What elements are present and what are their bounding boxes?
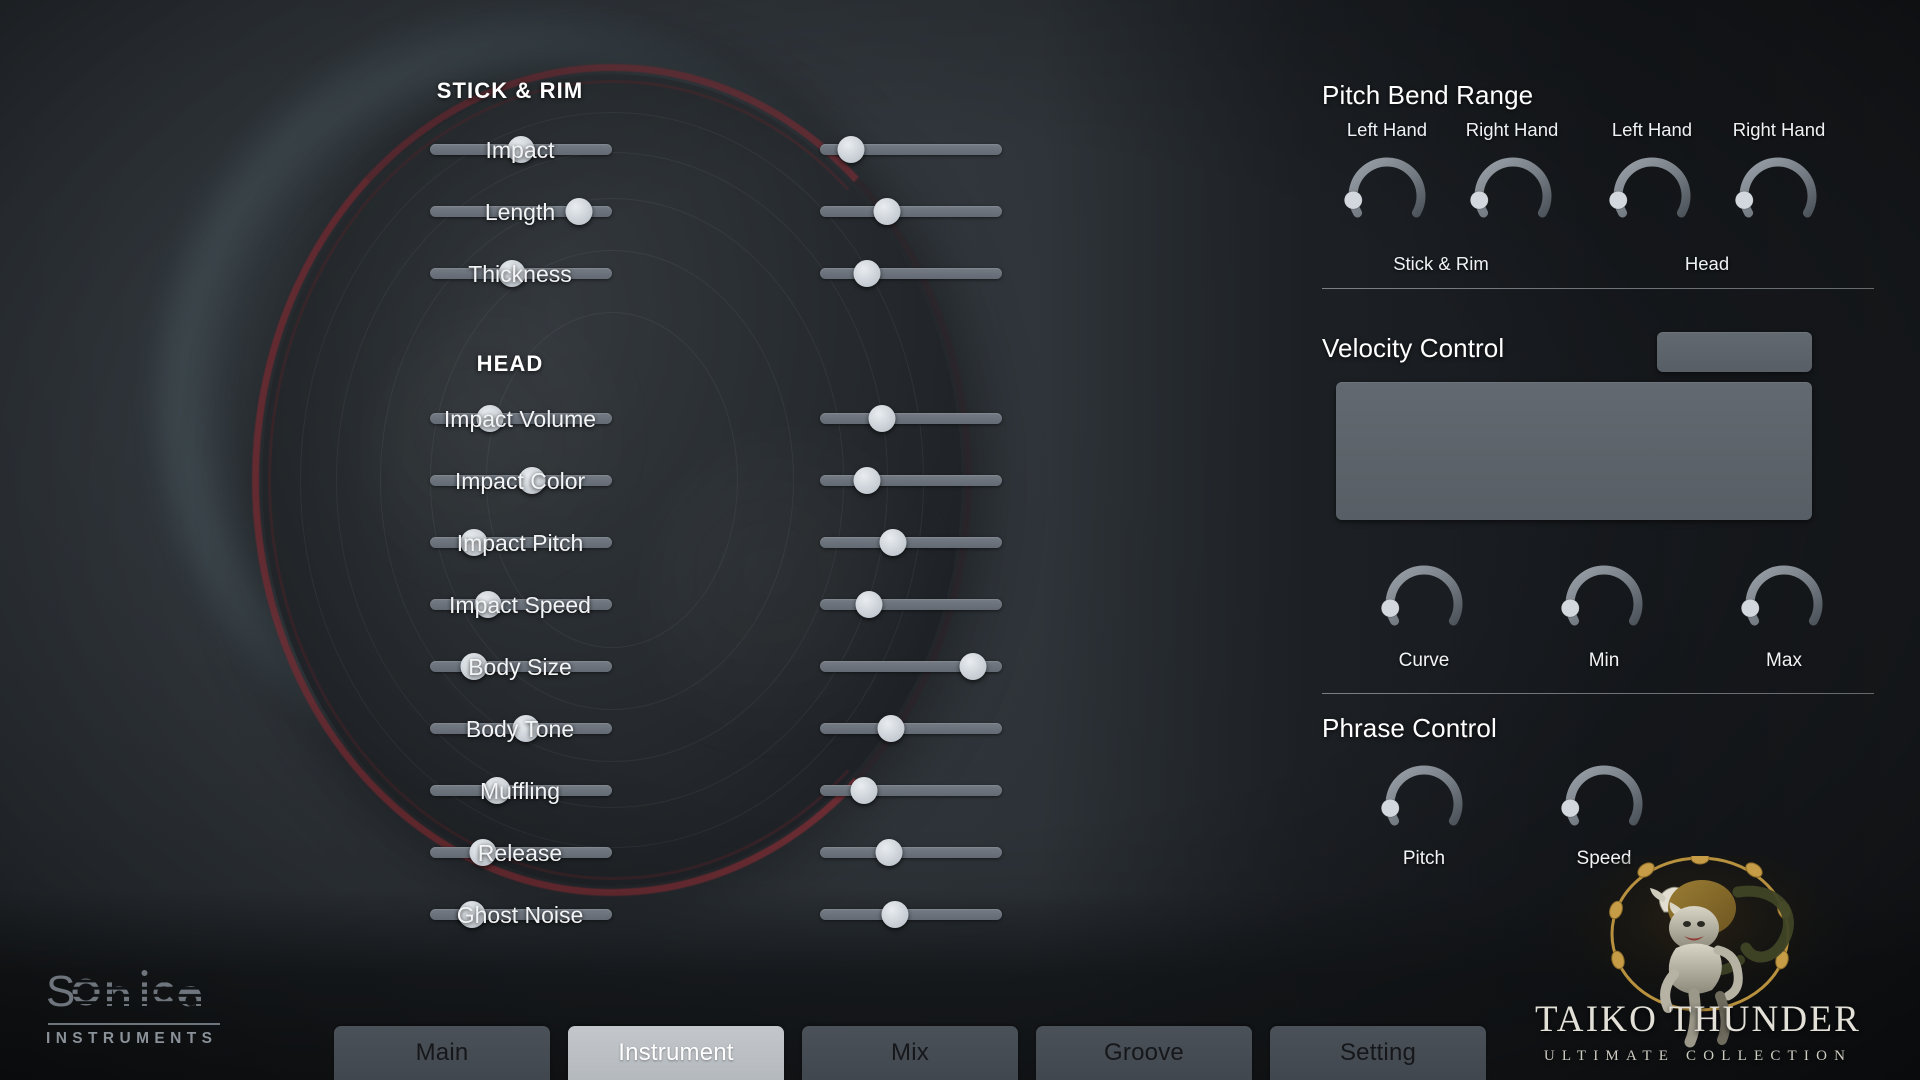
velocity-knob-label-max: Max	[1766, 650, 1802, 671]
velocity-control-divider	[1322, 693, 1874, 694]
slider-thumb[interactable]	[850, 777, 878, 804]
slider-thumb[interactable]	[881, 901, 909, 928]
stick-rim-slider-right-1[interactable]	[820, 198, 1002, 225]
slider-row: Body Tone	[0, 714, 1040, 744]
slider-thumb[interactable]	[853, 260, 881, 287]
head-slider-label-1: Impact Color	[454, 468, 586, 494]
slider-row: Release	[0, 838, 1040, 868]
velocity-knob-curve[interactable]	[1380, 560, 1468, 648]
slider-row: Impact Volume	[0, 404, 1040, 434]
velocity-knob-label-min: Min	[1588, 650, 1620, 671]
slider-row: Impact Color	[0, 466, 1040, 496]
head-slider-right-5[interactable]	[820, 715, 1002, 742]
head-slider-label-0: Impact Volume	[443, 406, 597, 432]
head-slider-right-8[interactable]	[820, 901, 1002, 928]
slider-thumb[interactable]	[959, 653, 987, 680]
stick-rim-slider-right-2[interactable]	[820, 260, 1002, 287]
velocity-curve-display[interactable]	[1336, 382, 1812, 520]
velocity-knob-label-curve: Curve	[1398, 650, 1450, 671]
head-slider-right-2[interactable]	[820, 529, 1002, 556]
head-slider-label-8: Ghost Noise	[456, 902, 584, 928]
head-slider-label-7: Release	[477, 840, 563, 866]
head-slider-right-7[interactable]	[820, 839, 1002, 866]
stick-rim-slider-label-1: Length	[484, 199, 556, 225]
tab-instrument[interactable]: Instrument	[568, 1026, 784, 1080]
slider-row: Impact	[0, 135, 1040, 165]
pitch-bend-group-label-head: Head	[1684, 253, 1730, 274]
tab-main[interactable]: Main	[334, 1026, 550, 1080]
tab-bar: Main Instrument Mix Groove Setting	[0, 1020, 1920, 1080]
slider-thumb[interactable]	[877, 715, 905, 742]
slider-thumb[interactable]	[855, 591, 883, 618]
head-slider-right-6[interactable]	[820, 777, 1002, 804]
slider-row: Ghost Noise	[0, 900, 1040, 930]
slider-row: Impact Speed	[0, 590, 1040, 620]
head-slider-right-4[interactable]	[820, 653, 1002, 680]
slider-thumb[interactable]	[879, 529, 907, 556]
slider-thumb[interactable]	[837, 136, 865, 163]
slider-row: Muffling	[0, 776, 1040, 806]
slider-thumb[interactable]	[875, 839, 903, 866]
pitch-bend-group-label-stick-rim: Stick & Rim	[1393, 253, 1489, 274]
slider-thumb[interactable]	[853, 467, 881, 494]
pitch-bend-knob-right-hand-stick-rim[interactable]	[1469, 152, 1557, 240]
velocity-preset-button[interactable]	[1657, 332, 1812, 372]
slider-row: Impact Pitch	[0, 528, 1040, 558]
phrase-knob-speed[interactable]	[1560, 760, 1648, 848]
tab-mix[interactable]: Mix	[802, 1026, 1018, 1080]
instrument-parameters-panel: STICK & RIM HEAD Impact Length Thickness I…	[0, 0, 1040, 1010]
head-slider-label-4: Body Size	[468, 654, 572, 680]
head-slider-label-3: Impact Speed	[449, 592, 591, 618]
pitch-bend-knob-right-hand-head[interactable]	[1734, 152, 1822, 240]
svg-text:S: S	[46, 968, 75, 1016]
pitch-bend-knob-left-hand-head[interactable]	[1608, 152, 1696, 240]
section-title-stick-rim: STICK & RIM	[436, 78, 584, 103]
stick-rim-slider-label-2: Thickness	[468, 261, 572, 287]
section-title-head: HEAD	[476, 351, 544, 376]
pitch-bend-knob-label-3: Right Hand	[1732, 119, 1826, 140]
stick-rim-slider-right-0[interactable]	[820, 136, 1002, 163]
pitch-bend-knob-left-hand-stick-rim[interactable]	[1343, 152, 1431, 240]
slider-thumb[interactable]	[868, 405, 896, 432]
tab-groove[interactable]: Groove	[1036, 1026, 1252, 1080]
head-slider-right-1[interactable]	[820, 467, 1002, 494]
phrase-control-title: Phrase Control	[1322, 713, 1497, 743]
slider-row: Thickness	[0, 259, 1040, 289]
slider-row: Body Size	[0, 652, 1040, 682]
head-slider-right-0[interactable]	[820, 405, 1002, 432]
phrase-knob-pitch[interactable]	[1380, 760, 1468, 848]
pitch-bend-range-title: Pitch Bend Range	[1322, 80, 1534, 110]
stick-rim-slider-label-0: Impact	[485, 137, 555, 163]
velocity-knob-min[interactable]	[1560, 560, 1648, 648]
head-slider-label-2: Impact Pitch	[456, 530, 584, 556]
slider-row: Length	[0, 197, 1040, 227]
head-slider-label-5: Body Tone	[465, 716, 575, 742]
head-slider-right-3[interactable]	[820, 591, 1002, 618]
pitch-bend-divider	[1322, 288, 1874, 289]
velocity-control-title: Velocity Control	[1322, 333, 1505, 363]
sonica-wordmark: S S	[46, 968, 201, 1016]
phrase-knob-label-pitch: Pitch	[1402, 848, 1446, 869]
tab-setting[interactable]: Setting	[1270, 1026, 1486, 1080]
head-slider-label-6: Muffling	[479, 778, 561, 804]
velocity-knob-max[interactable]	[1740, 560, 1828, 648]
slider-thumb[interactable]	[873, 198, 901, 225]
